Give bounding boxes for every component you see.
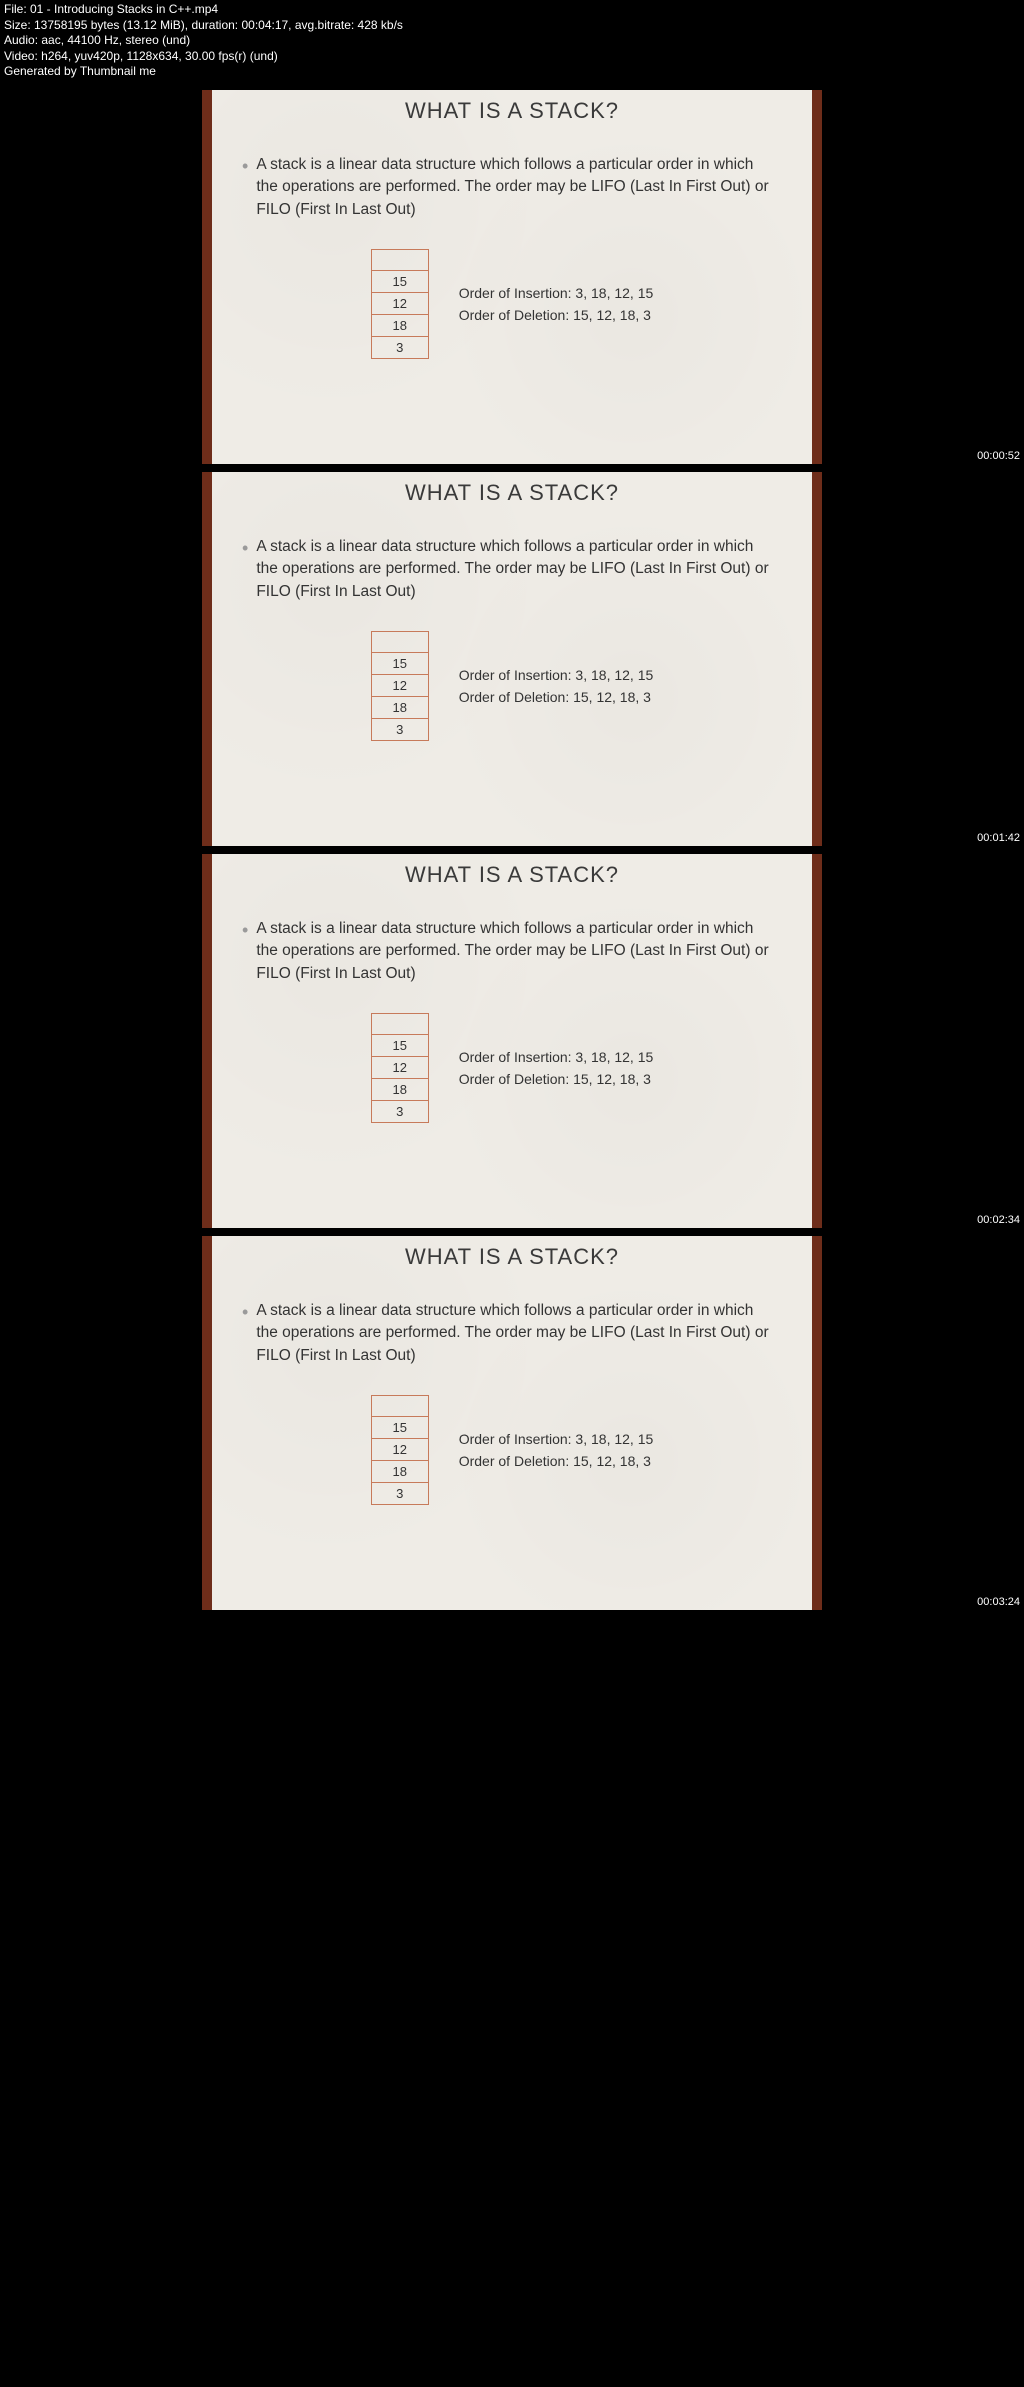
stack-cell: 12 — [372, 1057, 428, 1079]
order-labels: Order of Insertion: 3, 18, 12, 15 Order o… — [459, 1043, 654, 1093]
stack-cell: 12 — [372, 1439, 428, 1461]
thumbnail-row: WHAT IS A STACK? • A stack is a linear dat… — [0, 472, 1024, 846]
stack-cell: 3 — [372, 1101, 428, 1123]
thumbnail-timestamp: 00:02:34 — [977, 1214, 1020, 1226]
thumbnail-timestamp: 00:01:42 — [977, 832, 1020, 844]
stack-diagram: .1512183 Order of Insertion: 3, 18, 12, 1… — [212, 631, 812, 741]
slide: WHAT IS A STACK? • A stack is a linear dat… — [202, 1236, 822, 1610]
bullet-dot-icon: • — [242, 918, 248, 943]
stack-cell: 12 — [372, 675, 428, 697]
slide-title: WHAT IS A STACK? — [212, 1244, 812, 1270]
thumbnail-row: WHAT IS A STACK? • A stack is a linear dat… — [0, 854, 1024, 1228]
bullet-text: A stack is a linear data structure which… — [256, 918, 778, 985]
thumbnail-row: WHAT IS A STACK? • A stack is a linear dat… — [0, 90, 1024, 464]
stack-box: .1512183 — [371, 249, 429, 359]
insertion-order: Order of Insertion: 3, 18, 12, 15 — [459, 1049, 654, 1065]
meta-video: Video: h264, yuv420p, 1128x634, 30.00 fp… — [4, 49, 1020, 65]
order-labels: Order of Insertion: 3, 18, 12, 15 Order o… — [459, 279, 654, 329]
insertion-order: Order of Insertion: 3, 18, 12, 15 — [459, 667, 654, 683]
file-metadata: File: 01 - Introducing Stacks in C++.mp4… — [0, 0, 1024, 82]
stack-cell: 3 — [372, 719, 428, 741]
bullet-row: • A stack is a linear data structure whic… — [212, 124, 812, 221]
insertion-order: Order of Insertion: 3, 18, 12, 15 — [459, 1431, 654, 1447]
slide: WHAT IS A STACK? • A stack is a linear dat… — [202, 90, 822, 464]
thumbnail-timestamp: 00:00:52 — [977, 450, 1020, 462]
stack-cell: . — [372, 249, 428, 271]
stack-cell: 18 — [372, 1461, 428, 1483]
stack-diagram: .1512183 Order of Insertion: 3, 18, 12, 1… — [212, 1013, 812, 1123]
meta-generated: Generated by Thumbnail me — [4, 64, 1020, 80]
stack-cell: 15 — [372, 653, 428, 675]
bullet-row: • A stack is a linear data structure whic… — [212, 506, 812, 603]
bullet-dot-icon: • — [242, 154, 248, 179]
bullet-dot-icon: • — [242, 536, 248, 561]
stack-cell: 3 — [372, 1483, 428, 1505]
stack-cell: . — [372, 1013, 428, 1035]
stack-cell: 12 — [372, 293, 428, 315]
bullet-text: A stack is a linear data structure which… — [256, 154, 778, 221]
bullet-row: • A stack is a linear data structure whic… — [212, 888, 812, 985]
bullet-row: • A stack is a linear data structure whic… — [212, 1270, 812, 1367]
stack-box: .1512183 — [371, 1013, 429, 1123]
deletion-order: Order of Deletion: 15, 12, 18, 3 — [459, 1453, 654, 1469]
thumbnail-timestamp: 00:03:24 — [977, 1596, 1020, 1608]
bullet-text: A stack is a linear data structure which… — [256, 536, 778, 603]
slide: WHAT IS A STACK? • A stack is a linear dat… — [202, 472, 822, 846]
order-labels: Order of Insertion: 3, 18, 12, 15 Order o… — [459, 661, 654, 711]
meta-file: File: 01 - Introducing Stacks in C++.mp4 — [4, 2, 1020, 18]
deletion-order: Order of Deletion: 15, 12, 18, 3 — [459, 1071, 654, 1087]
stack-cell: 18 — [372, 1079, 428, 1101]
stack-cell: 15 — [372, 271, 428, 293]
stack-box: .1512183 — [371, 631, 429, 741]
slide: WHAT IS A STACK? • A stack is a linear dat… — [202, 854, 822, 1228]
insertion-order: Order of Insertion: 3, 18, 12, 15 — [459, 285, 654, 301]
meta-audio: Audio: aac, 44100 Hz, stereo (und) — [4, 33, 1020, 49]
bullet-text: A stack is a linear data structure which… — [256, 1300, 778, 1367]
stack-cell: 15 — [372, 1035, 428, 1057]
slide-title: WHAT IS A STACK? — [212, 480, 812, 506]
deletion-order: Order of Deletion: 15, 12, 18, 3 — [459, 307, 654, 323]
meta-size: Size: 13758195 bytes (13.12 MiB), durati… — [4, 18, 1020, 34]
stack-cell: . — [372, 1395, 428, 1417]
slide-title: WHAT IS A STACK? — [212, 98, 812, 124]
bullet-dot-icon: • — [242, 1300, 248, 1325]
stack-diagram: .1512183 Order of Insertion: 3, 18, 12, 1… — [212, 249, 812, 359]
stack-cell: 18 — [372, 697, 428, 719]
stack-diagram: .1512183 Order of Insertion: 3, 18, 12, 1… — [212, 1395, 812, 1505]
stack-box: .1512183 — [371, 1395, 429, 1505]
stack-cell: . — [372, 631, 428, 653]
stack-cell: 3 — [372, 337, 428, 359]
slide-title: WHAT IS A STACK? — [212, 862, 812, 888]
stack-cell: 15 — [372, 1417, 428, 1439]
stack-cell: 18 — [372, 315, 428, 337]
deletion-order: Order of Deletion: 15, 12, 18, 3 — [459, 689, 654, 705]
thumbnail-row: WHAT IS A STACK? • A stack is a linear dat… — [0, 1236, 1024, 1610]
order-labels: Order of Insertion: 3, 18, 12, 15 Order o… — [459, 1425, 654, 1475]
